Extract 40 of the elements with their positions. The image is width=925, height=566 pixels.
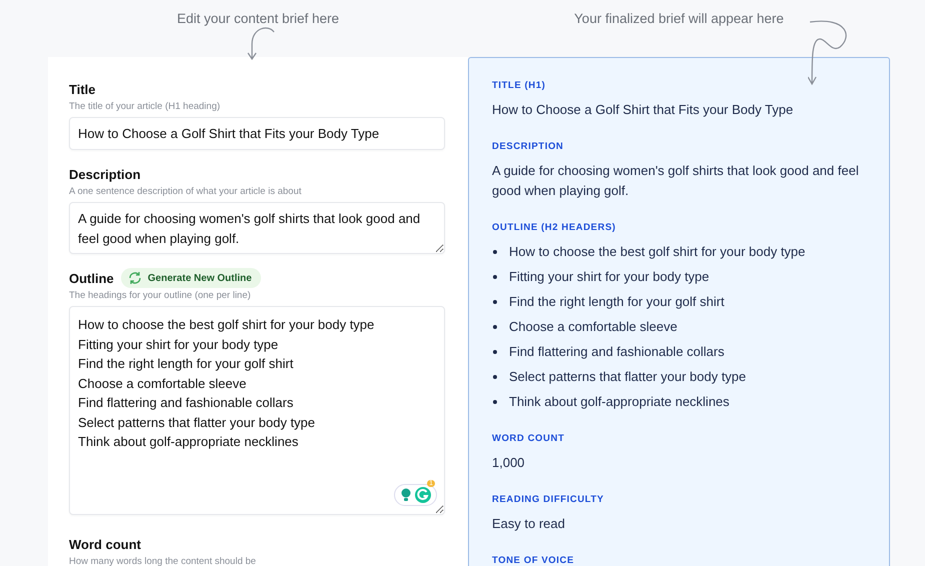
section-heading: DESCRIPTION: [492, 141, 565, 152]
bullet-icon: [493, 250, 497, 254]
field-label: Title: [69, 82, 96, 96]
outline-item: Select patterns that flatter your body type: [509, 368, 746, 386]
lightbulb-icon: [400, 488, 412, 502]
section-heading: WORD COUNT: [492, 433, 566, 444]
bullet-icon: [493, 275, 497, 279]
refresh-icon: [128, 271, 142, 285]
bullet-icon: [493, 300, 497, 304]
section-text: Easy to read: [492, 515, 566, 533]
bullet-icon: [493, 400, 497, 404]
field-hint: The title of your article (H1 heading): [69, 101, 222, 112]
outline-item: How to choose the best golf shirt for your body type: [509, 243, 806, 261]
field-hint: How many words long the content should be: [69, 556, 257, 566]
field-label: Description: [69, 166, 141, 182]
field-label: Outline: [69, 270, 114, 286]
outline-item: Find the right length for your golf shirt: [509, 293, 724, 311]
section-heading: TONE OF VOICE: [492, 555, 576, 566]
bullet-icon: [493, 325, 497, 329]
section-text: 1,000: [492, 454, 526, 472]
field-hint: The headings for your outline (one per line): [69, 290, 252, 301]
outline-item: Fitting your shirt for your body type: [509, 268, 710, 286]
bullet-icon: [493, 375, 497, 379]
field-label: Word count: [69, 536, 141, 552]
section-text: How to Choose a Golf Shirt that Fits your Body Type: [492, 101, 794, 119]
field-hint: A one sentence description of what your article is about: [69, 186, 302, 197]
annotation-text: Your finalized brief will appear here: [574, 11, 784, 28]
annotation-text: Edit your content brief here: [176, 11, 340, 28]
outline-item: Find flattering and fashionable collars: [509, 343, 724, 361]
outline-item: Think about golf-appropriate necklines: [509, 393, 730, 411]
description-textarea[interactable]: A guide for choosing women's golf shirts that look good and feel good when playing golf.: [69, 202, 445, 254]
title-input[interactable]: How to Choose a Golf Shirt that Fits your Body Type: [69, 117, 445, 150]
outline-item: Choose a comfortable sleeve: [509, 318, 678, 336]
generate-outline-button[interactable]: Generate New Outline: [120, 268, 261, 288]
section-heading: TITLE (H1): [492, 80, 546, 91]
section-heading: OUTLINE (H2 HEADERS): [492, 222, 617, 233]
g-logo-icon: [415, 487, 431, 503]
section-text: A guide for choosing women's golf shirts that look good and feel good when playing golf.: [492, 162, 860, 200]
bullet-icon: [493, 350, 497, 354]
section-heading: READING DIFFICULTY: [492, 494, 605, 505]
